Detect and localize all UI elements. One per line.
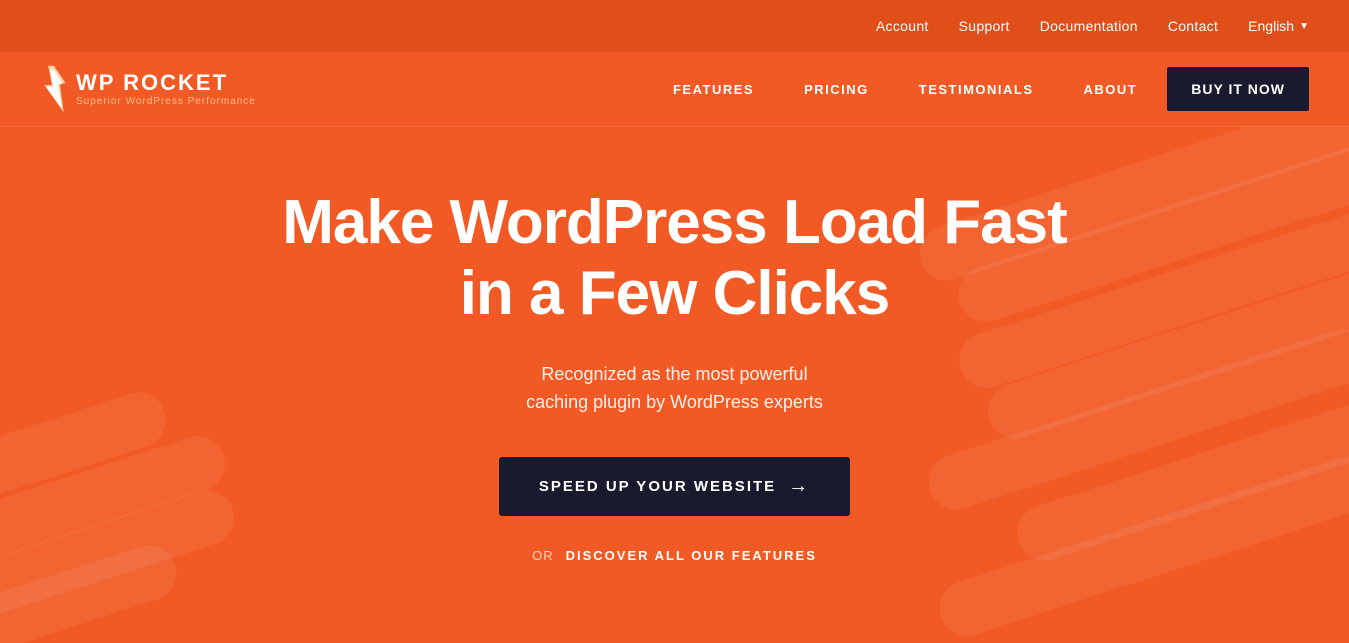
speed-up-button[interactable]: SPEED UP YOUR WEBSITE →: [499, 457, 850, 516]
logo-title: WP ROCKET: [76, 71, 256, 95]
buy-now-button[interactable]: BUY IT NOW: [1167, 67, 1309, 111]
hero-section: Make WordPress Load Fast in a Few Clicks…: [0, 127, 1349, 643]
main-navigation: WP ROCKET Superior WordPress Performance…: [0, 52, 1349, 127]
language-selector[interactable]: English ▼: [1248, 18, 1309, 34]
account-link[interactable]: Account: [876, 18, 929, 34]
language-label: English: [1248, 18, 1294, 34]
logo[interactable]: WP ROCKET Superior WordPress Performance: [40, 64, 256, 114]
or-line: OR DISCOVER ALL OUR FEATURES: [275, 548, 1075, 563]
chevron-down-icon: ▼: [1299, 21, 1309, 32]
discover-features-link[interactable]: DISCOVER ALL OUR FEATURES: [566, 548, 817, 563]
hero-title: Make WordPress Load Fast in a Few Clicks: [275, 187, 1075, 330]
hero-subtitle: Recognized as the most powerful caching …: [275, 360, 1075, 418]
nav-about[interactable]: ABOUT: [1084, 82, 1138, 97]
or-text: OR: [532, 548, 554, 563]
hero-subtitle-line2: caching plugin by WordPress experts: [526, 392, 823, 412]
nav-links: FEATURES PRICING TESTIMONIALS ABOUT: [673, 82, 1137, 97]
nav-pricing[interactable]: PRICING: [804, 82, 869, 97]
cta-label: SPEED UP YOUR WEBSITE: [539, 478, 776, 495]
logo-text: WP ROCKET Superior WordPress Performance: [76, 71, 256, 106]
contact-link[interactable]: Contact: [1168, 18, 1218, 34]
nav-testimonials[interactable]: TESTIMONIALS: [919, 82, 1034, 97]
hero-subtitle-line1: Recognized as the most powerful: [541, 364, 807, 384]
logo-icon: [40, 64, 68, 114]
support-link[interactable]: Support: [959, 18, 1010, 34]
logo-subtitle: Superior WordPress Performance: [76, 96, 256, 107]
nav-features[interactable]: FEATURES: [673, 82, 754, 97]
documentation-link[interactable]: Documentation: [1040, 18, 1138, 34]
arrow-right-icon: →: [788, 475, 810, 498]
hero-content: Make WordPress Load Fast in a Few Clicks…: [275, 187, 1075, 563]
top-bar: Account Support Documentation Contact En…: [0, 0, 1349, 52]
